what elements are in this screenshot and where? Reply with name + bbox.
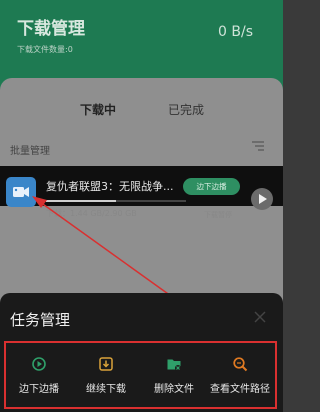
tab-bar: 下载中 已完成 xyxy=(0,95,283,125)
download-speed: 0 B/s xyxy=(218,24,253,40)
play-while-download-button[interactable]: 边下边播 xyxy=(183,178,240,195)
action-label: 查看文件路径 xyxy=(210,384,270,395)
close-icon[interactable] xyxy=(253,310,267,324)
action-label: 继续下载 xyxy=(86,384,126,395)
download-size-text: 下载：1.44 GB/2.90 GB xyxy=(46,209,137,218)
action-label: 删除文件 xyxy=(154,384,194,395)
video-thumbnail-icon[interactable] xyxy=(6,177,36,207)
batch-manage-label[interactable]: 批量管理 xyxy=(10,142,50,157)
resume-button[interactable] xyxy=(251,188,273,210)
action-view-file-path[interactable]: 查看文件路径 xyxy=(207,356,273,395)
download-progress-bar xyxy=(46,200,186,202)
download-progress-fill xyxy=(46,200,116,202)
folder-delete-icon xyxy=(167,359,181,371)
page-title: 下载管理 xyxy=(17,19,85,39)
sheet-title: 任务管理 xyxy=(10,311,71,329)
tab-downloading[interactable]: 下载中 xyxy=(80,101,116,118)
sort-icon[interactable] xyxy=(251,140,265,152)
play-circle-icon xyxy=(32,357,46,371)
search-path-icon xyxy=(233,357,248,372)
action-label: 边下边播 xyxy=(19,384,59,395)
download-box-icon xyxy=(99,357,113,371)
tab-completed[interactable]: 已完成 xyxy=(168,101,204,118)
download-count-text: 下载文件数量:0 xyxy=(17,45,73,54)
download-item-title: 复仇者联盟3：无限战争... xyxy=(46,180,174,193)
action-continue-download[interactable]: 继续下载 xyxy=(73,356,139,395)
download-status-text: 下载暂停 xyxy=(204,211,232,219)
play-icon xyxy=(259,194,267,204)
action-play-while-download[interactable]: 边下边播 xyxy=(6,356,72,395)
action-delete-file[interactable]: 删除文件 xyxy=(141,356,207,395)
